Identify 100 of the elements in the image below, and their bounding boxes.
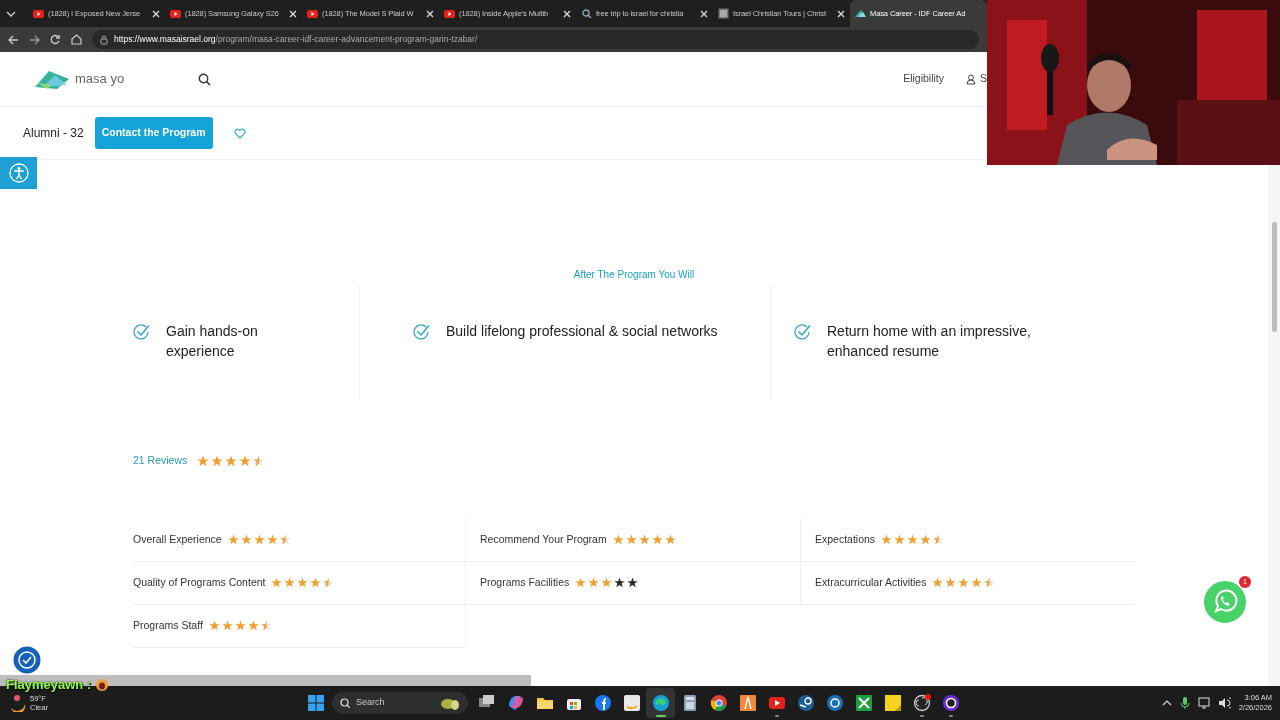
half-star-icon bbox=[933, 534, 945, 546]
rating-label: Programs Facilities bbox=[480, 574, 570, 590]
emote-icon bbox=[95, 678, 110, 692]
star-icon bbox=[253, 534, 265, 546]
cross-icon bbox=[854, 694, 873, 712]
rating-label: Extracurricular Activities bbox=[815, 574, 927, 590]
close-icon bbox=[152, 9, 160, 18]
close-icon bbox=[563, 9, 571, 18]
star-icon bbox=[208, 620, 220, 632]
play-icon bbox=[307, 8, 318, 19]
star-icon bbox=[284, 577, 296, 589]
star-icon bbox=[958, 577, 970, 589]
network-icon bbox=[1197, 697, 1210, 709]
play-icon bbox=[767, 694, 786, 712]
star-icon bbox=[266, 534, 278, 546]
app-icon bbox=[796, 694, 815, 712]
star-icon bbox=[221, 620, 233, 632]
logo-text: masa yo bbox=[75, 70, 126, 89]
star-icon bbox=[575, 577, 587, 589]
alumni-count: Alumni - 32 bbox=[23, 125, 84, 142]
star-icon bbox=[227, 534, 239, 546]
play-icon bbox=[444, 8, 455, 19]
home-icon bbox=[71, 34, 82, 45]
nav-link[interactable]: Eligibility bbox=[903, 71, 944, 87]
site-icon bbox=[718, 8, 729, 19]
badge-icon[interactable] bbox=[13, 646, 41, 674]
play-icon bbox=[33, 8, 44, 19]
gear-icon bbox=[825, 694, 844, 712]
heart-icon[interactable] bbox=[233, 127, 246, 139]
star-icon bbox=[588, 577, 600, 589]
chevron-icon bbox=[1161, 699, 1172, 707]
rating-label: Quality of Programs Content bbox=[133, 574, 266, 590]
star-icon bbox=[664, 534, 676, 546]
check-icon bbox=[133, 323, 150, 340]
star-icon bbox=[247, 620, 259, 632]
phone-icon bbox=[1212, 589, 1238, 615]
swirl-icon bbox=[506, 694, 525, 712]
note-icon bbox=[883, 694, 902, 712]
accessibility-icon bbox=[8, 163, 29, 183]
star-icon bbox=[907, 534, 919, 546]
half-star-icon bbox=[260, 620, 272, 632]
star-icon bbox=[601, 577, 613, 589]
accessibility-button[interactable] bbox=[0, 157, 37, 189]
weather-icon bbox=[8, 694, 26, 712]
star-icon bbox=[614, 577, 626, 589]
volume-icon bbox=[1217, 697, 1231, 709]
user-icon bbox=[966, 73, 976, 85]
forward-icon bbox=[29, 34, 40, 45]
half-star-icon bbox=[984, 577, 996, 589]
outcome-text: Build lifelong professional & social networks bbox=[446, 322, 718, 341]
app-icon bbox=[738, 694, 757, 712]
ring-icon bbox=[941, 694, 960, 712]
half-star-icon bbox=[323, 577, 335, 589]
star-icon bbox=[894, 534, 906, 546]
star-icon bbox=[627, 577, 639, 589]
star-icon bbox=[625, 534, 637, 546]
star-icon bbox=[297, 577, 309, 589]
rating-label: Expectations bbox=[815, 531, 876, 547]
close-icon bbox=[289, 9, 297, 18]
outcome-text: Return home with an impressive, enhanced resume bbox=[827, 322, 1032, 361]
play-icon bbox=[170, 8, 181, 19]
star-icon bbox=[881, 534, 893, 546]
star-icon bbox=[234, 620, 246, 632]
scrollbar-thumb[interactable] bbox=[1271, 222, 1277, 332]
search-icon bbox=[340, 698, 350, 708]
windows-icon bbox=[308, 695, 324, 711]
star-icon bbox=[945, 577, 957, 589]
section-heading: After The Program You Will bbox=[572, 268, 696, 282]
outcome-text: Gain hands-on experience bbox=[166, 322, 259, 361]
search-field[interactable]: Search bbox=[332, 692, 468, 714]
star-icon bbox=[612, 534, 624, 546]
star-icon bbox=[638, 534, 650, 546]
star-icon bbox=[211, 454, 224, 467]
search-icon bbox=[581, 8, 592, 19]
search-icon bbox=[198, 72, 211, 86]
rating-label: Recommend Your Program bbox=[480, 531, 607, 547]
browser-icon bbox=[709, 694, 728, 712]
star-icon bbox=[932, 577, 944, 589]
rating-label: Programs Staff bbox=[133, 617, 203, 633]
microphone-icon bbox=[1179, 697, 1190, 709]
half-star-icon bbox=[253, 454, 266, 467]
close-icon bbox=[700, 9, 708, 18]
check-icon bbox=[794, 323, 811, 340]
round-app-icon bbox=[593, 694, 612, 712]
reload-icon bbox=[50, 34, 61, 45]
star-icon bbox=[197, 454, 210, 467]
taskbar-app[interactable] bbox=[646, 688, 675, 718]
swirl-icon bbox=[651, 694, 670, 712]
check-icon bbox=[413, 323, 430, 340]
address-bar[interactable]: https://www.masaisrael.org/program/masa-career-idf-career-advancement-program-garin-tzabar/ bbox=[92, 30, 979, 49]
back-icon bbox=[8, 34, 19, 45]
half-star-icon bbox=[279, 534, 291, 546]
star-icon bbox=[271, 577, 283, 589]
account-link[interactable]: S bbox=[966, 71, 987, 87]
star-icon bbox=[225, 454, 238, 467]
star-icon bbox=[240, 534, 252, 546]
close-icon bbox=[837, 9, 845, 18]
close-icon bbox=[426, 9, 434, 18]
record-icon bbox=[912, 694, 931, 712]
leaf-icon bbox=[855, 8, 866, 19]
